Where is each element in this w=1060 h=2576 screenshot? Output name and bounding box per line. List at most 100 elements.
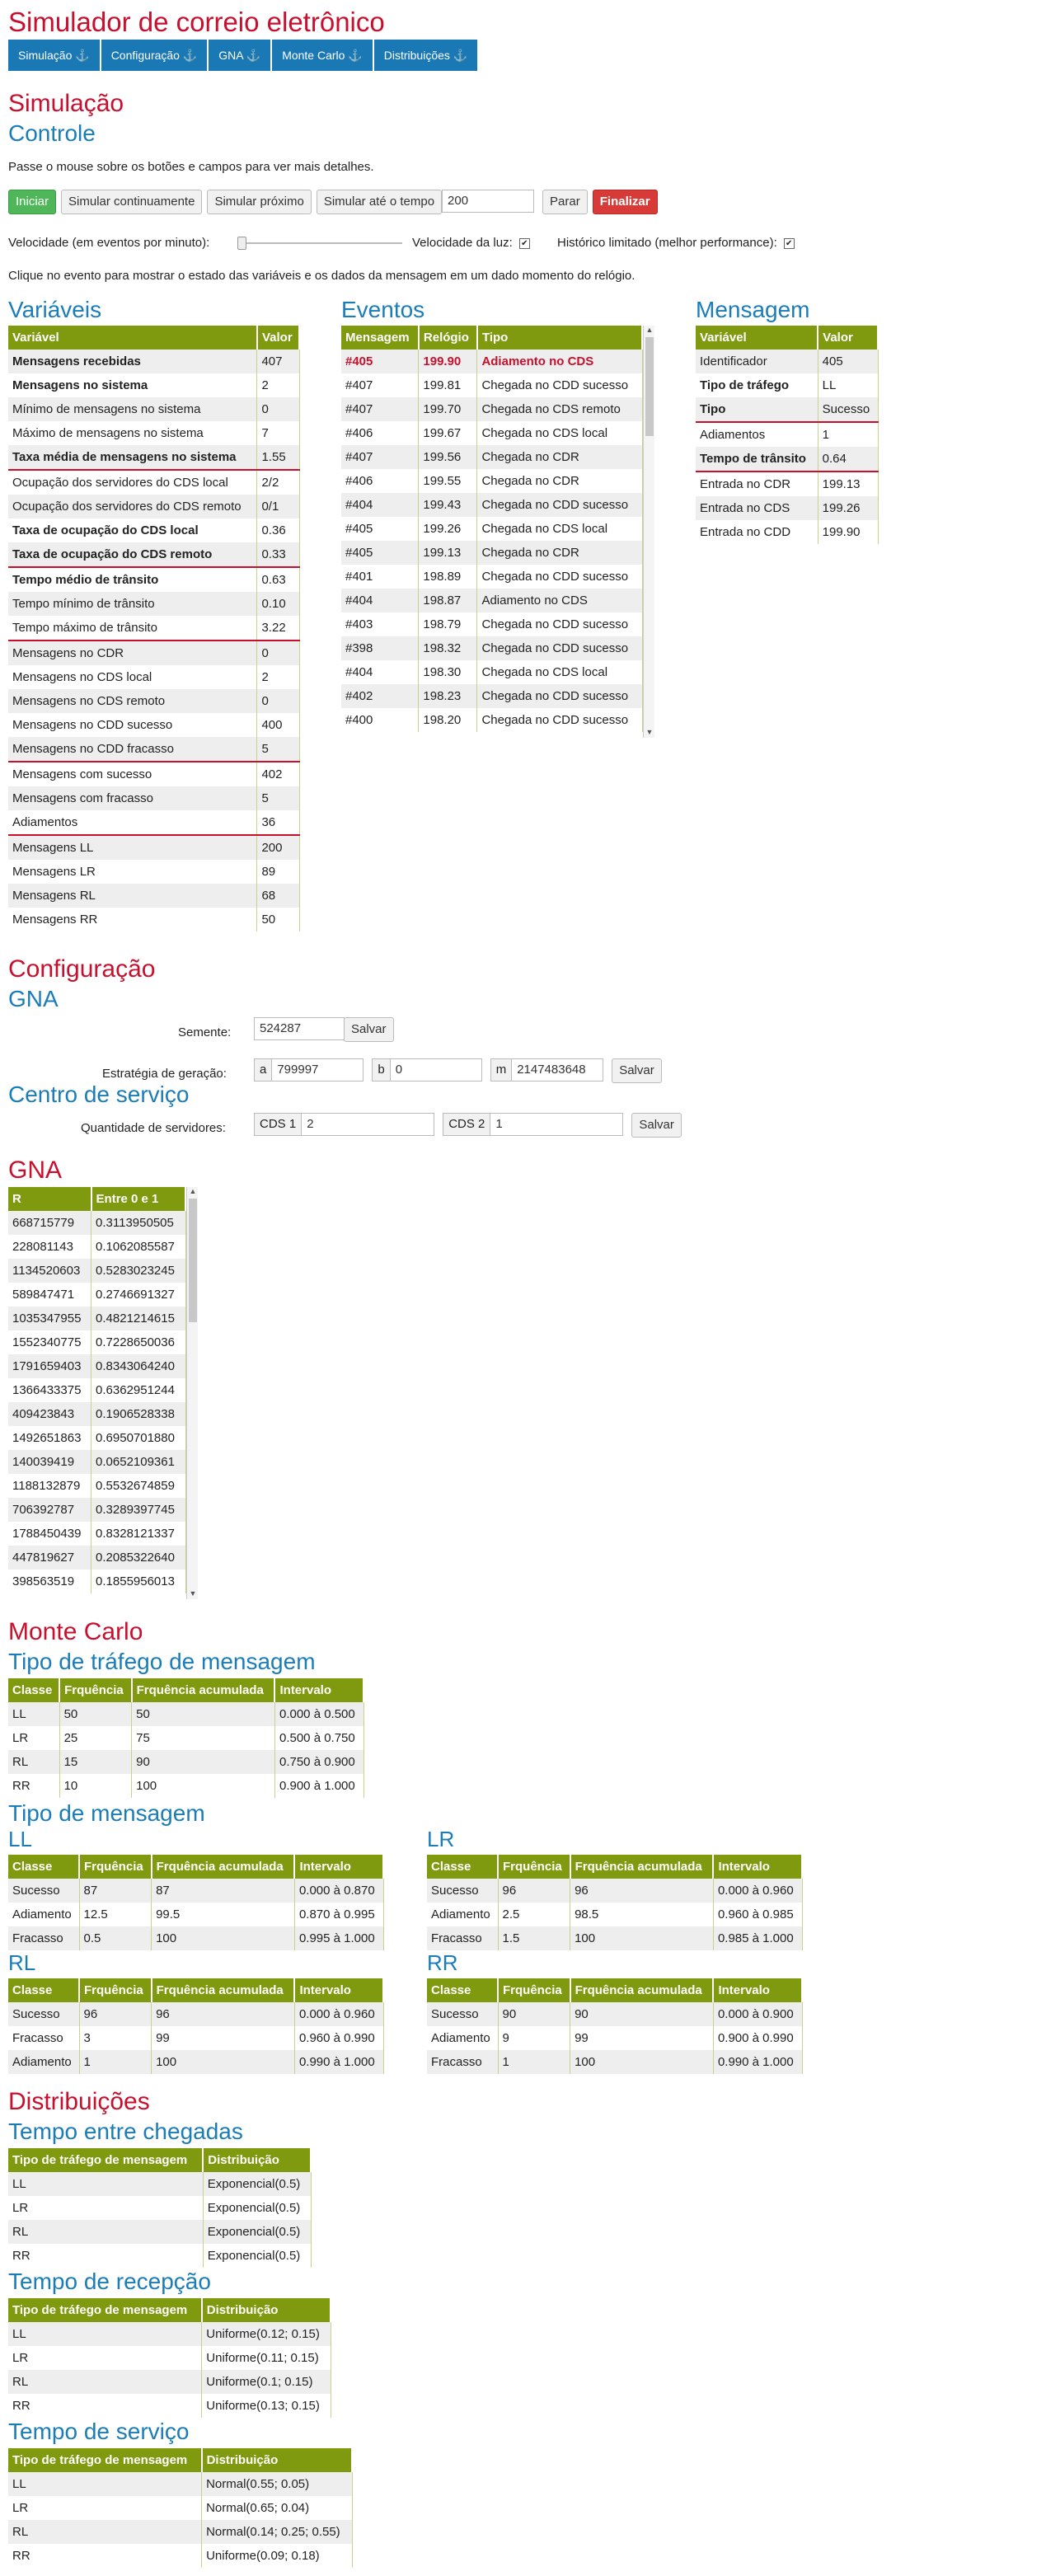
table-cell: Chegada no CDS local [476, 421, 643, 445]
table-row[interactable]: #402 198.23 Chegada no CDD sucesso [341, 684, 643, 708]
simular-continuamente-button[interactable]: Simular continuamente [61, 190, 203, 214]
table-row[interactable]: #404 199.43 Chegada no CDD sucesso [341, 493, 643, 517]
nav-simulacao[interactable]: Simulação ⚓ [8, 40, 101, 71]
table-row: Tempo mínimo de trânsito 0.10 [8, 592, 300, 616]
column-header: Mensagem [341, 326, 420, 350]
a-input[interactable]: 799997 [271, 1058, 364, 1082]
mc-rl-table: Classe Frquência Frquência acumulada Interv… [8, 1978, 384, 2074]
variaveis-table: Variável Valor Mensagens recebidas 407 Mensa… [8, 326, 301, 931]
nav-distribuicoes[interactable]: Distribuições ⚓ [373, 40, 480, 71]
tempo-input[interactable]: 200 [442, 190, 535, 213]
servidores-salvar-button[interactable]: Salvar [631, 1113, 682, 1138]
column-header: Relógio [418, 326, 478, 350]
table-cell: 198.30 [418, 660, 478, 684]
nav-configuracao[interactable]: Configuração ⚓ [101, 40, 209, 71]
table-cell: 1 [818, 422, 879, 447]
column-header: Intervalo [294, 1978, 384, 2002]
table-row[interactable]: #404 198.30 Chegada no CDS local [341, 660, 643, 684]
table-cell: 75 [131, 1726, 275, 1750]
table-row[interactable]: #398 198.32 Chegada no CDD sucesso [341, 636, 643, 660]
table-cell: 1188132879 [8, 1474, 92, 1498]
nav-gna[interactable]: GNA ⚓ [209, 40, 273, 71]
table-cell: Mensagens LR [8, 860, 258, 884]
table-row: RL Uniforme(0.1; 0.15) [8, 2370, 331, 2394]
scroll-up-icon[interactable]: ▲ [644, 326, 654, 335]
table-cell: 402 [256, 762, 300, 786]
scroll-thumb[interactable] [189, 1199, 197, 1322]
table-cell: 199.90 [418, 350, 478, 373]
table-row[interactable]: #405 199.26 Chegada no CDS local [341, 517, 643, 541]
semente-input[interactable]: 524287 [254, 1017, 345, 1040]
table-cell: Chegada no CDS local [476, 660, 643, 684]
table-row[interactable]: #401 198.89 Chegada no CDD sucesso [341, 565, 643, 589]
table-cell: Uniforme(0.13; 0.15) [201, 2394, 331, 2418]
table-row[interactable]: #407 199.70 Chegada no CDS remoto [341, 397, 643, 421]
table-cell: Exponencial(0.5) [203, 2244, 312, 2268]
table-cell: 12.5 [79, 1903, 152, 1926]
column-header: Frquência [498, 1978, 571, 2002]
table-cell: #398 [341, 636, 420, 660]
gna-scrollbar[interactable]: ▲ ▼ [186, 1187, 198, 1599]
mc-tipo-title: Tipo de mensagem [8, 1800, 205, 1826]
table-cell: Taxa de ocupação do CDS local [8, 518, 258, 542]
table-cell: Tempo mínimo de trânsito [8, 592, 258, 616]
table-row[interactable]: #406 199.55 Chegada no CDR [341, 469, 643, 493]
table-row: 1791659403 0.8343064240 [8, 1354, 186, 1378]
light-speed-checkbox[interactable]: ✔ [518, 237, 530, 249]
scroll-thumb[interactable] [645, 337, 654, 436]
table-row[interactable]: #407 199.81 Chegada no CDD sucesso [341, 373, 643, 397]
b-input[interactable]: 0 [389, 1058, 482, 1082]
parar-button[interactable]: Parar [542, 190, 588, 214]
finalizar-button[interactable]: Finalizar [592, 190, 658, 214]
table-cell: #404 [341, 493, 420, 517]
table-cell: Adiamento [8, 1903, 80, 1926]
table-row[interactable]: #405 199.90 Adiamento no CDS [341, 350, 643, 373]
scroll-up-icon[interactable]: ▲ [187, 1187, 198, 1197]
table-cell: 98.5 [570, 1903, 714, 1926]
speed-slider[interactable] [237, 237, 402, 250]
table-cell: 0.900 à 0.990 [713, 2026, 803, 2050]
table-row: 140039419 0.0652109361 [8, 1450, 186, 1474]
table-row[interactable]: #404 198.87 Adiamento no CDS [341, 589, 643, 612]
table-row: Mensagens LL 200 [8, 835, 300, 860]
table-row: Entrada no CDD 199.90 [696, 520, 879, 544]
table-cell: Mensagens RL [8, 884, 258, 908]
table-cell: 407 [256, 350, 300, 373]
semente-salvar-button[interactable]: Salvar [344, 1017, 394, 1042]
estrategia-salvar-button[interactable]: Salvar [612, 1058, 662, 1083]
speed-slider-handle[interactable] [237, 237, 246, 250]
column-header: Intervalo [274, 1678, 364, 1702]
table-cell: 0.995 à 1.000 [294, 1926, 384, 1950]
table-row[interactable]: #407 199.56 Chegada no CDR [341, 445, 643, 469]
table-cell: Tipo de tráfego [696, 373, 818, 397]
table-row: RR 10 100 0.900 à 1.000 [8, 1774, 364, 1798]
table-row: Mensagens LR 89 [8, 860, 300, 884]
simular-ate-button[interactable]: Simular até o tempo [316, 190, 443, 214]
table-cell: Exponencial(0.5) [203, 2172, 312, 2196]
mc-rr-title: RR [427, 1950, 458, 1975]
table-cell: 96 [79, 2002, 152, 2026]
iniciar-button[interactable]: Iniciar [8, 190, 57, 214]
table-row[interactable]: #400 198.20 Chegada no CDD sucesso [341, 708, 643, 732]
table-cell: Uniforme(0.11; 0.15) [201, 2346, 331, 2370]
table-cell: Chegada no CDR [476, 469, 643, 493]
dist-recepcao-table: Tipo de tráfego de mensagem Distribuição L… [8, 2298, 332, 2418]
table-row: 228081143 0.1062085587 [8, 1235, 186, 1259]
table-cell: 140039419 [8, 1450, 92, 1474]
table-cell: RL [8, 1750, 60, 1774]
simular-proximo-button[interactable]: Simular próximo [207, 190, 312, 214]
column-header: Frquência [79, 1978, 152, 2002]
hist-checkbox[interactable]: ✔ [783, 237, 795, 249]
nav-monte-carlo[interactable]: Monte Carlo ⚓ [272, 40, 374, 71]
table-cell: RL [8, 2370, 203, 2394]
m-input[interactable]: 2147483648 [511, 1058, 604, 1082]
table-row[interactable]: #403 198.79 Chegada no CDD sucesso [341, 612, 643, 636]
table-row[interactable]: #406 199.67 Chegada no CDS local [341, 421, 643, 445]
cds1-input[interactable]: 2 [301, 1113, 435, 1136]
cds2-input[interactable]: 1 [490, 1113, 624, 1136]
table-cell: 200 [256, 835, 300, 860]
table-row[interactable]: #405 199.13 Chegada no CDR [341, 541, 643, 565]
eventos-scrollbar[interactable]: ▲ ▼ [643, 326, 654, 738]
scroll-down-icon[interactable]: ▼ [187, 1589, 198, 1599]
scroll-down-icon[interactable]: ▼ [644, 728, 654, 738]
